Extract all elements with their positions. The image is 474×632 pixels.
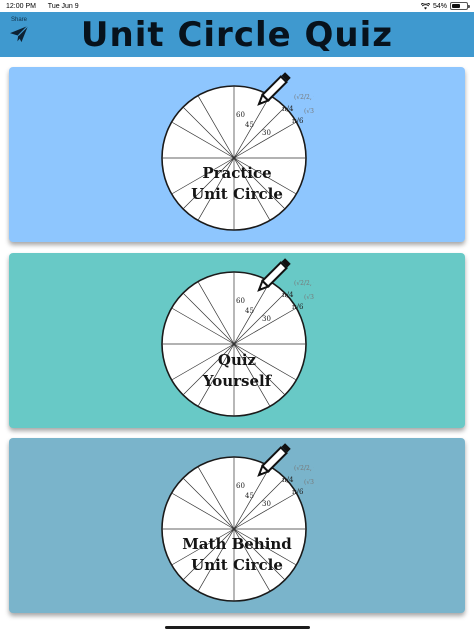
angle-label: 60 <box>236 297 245 305</box>
card-label-line-1: Quiz <box>217 351 257 369</box>
angle-fraction-label: π/6 <box>292 303 304 311</box>
angle-label: 45 <box>245 492 254 500</box>
angle-label: 60 <box>236 111 245 119</box>
card-label-line-2: Yourself <box>202 372 272 390</box>
app-header: Share Unit Circle Quiz <box>0 12 474 57</box>
battery-icon <box>450 2 470 10</box>
coordinate-label: (√2/2, √2/2) <box>294 280 314 287</box>
battery-percent: 54% <box>432 2 447 10</box>
card-label-line-2: Unit Circle <box>191 556 283 574</box>
card-label-line-1: Practice <box>202 164 272 182</box>
battery-fill <box>452 4 460 8</box>
quiz-yourself-card[interactable]: 6045 30 π/4 π/6 (√2/2, √2/2) (√3/2, 1/2) Quiz… <box>9 253 465 428</box>
pencil-body <box>261 446 288 473</box>
paper-plane-icon <box>10 25 29 43</box>
angle-label: 30 <box>262 315 271 323</box>
status-time: 12:00 PM <box>6 2 36 10</box>
angle-label: 30 <box>262 500 271 508</box>
coordinate-label: (√3/2, 1/2) <box>304 294 314 301</box>
coordinate-label: (√3/2, 1/2) <box>304 108 314 115</box>
unit-circle-diagram: 6045 30 π/4 π/6 (√2/2, √2/2) (√3/2, 1/2) <box>161 443 314 602</box>
angle-label: 45 <box>245 121 254 129</box>
status-date: Tue Jun 9 <box>47 2 79 10</box>
angle-fraction-label: π/4 <box>282 476 294 484</box>
angle-label: 30 <box>262 129 271 137</box>
coordinate-label: (√2/2, √2/2) <box>294 465 314 472</box>
card-label: Practice Unit Circle <box>139 163 335 205</box>
share-label: Share <box>10 17 27 23</box>
unit-circle-diagram: 6045 30 π/4 π/6 (√2/2, √2/2) (√3/2, 1/2) <box>161 72 314 231</box>
angle-fraction-label: π/4 <box>282 105 294 113</box>
status-left: 12:00 PM Tue Jun 9 <box>6 3 89 10</box>
status-right: 54% <box>420 2 470 10</box>
math-behind-unit-circle-card[interactable]: 6045 30 π/4 π/6 (√2/2, √2/2) (√3/2, 1/2) Math… <box>9 438 465 613</box>
pencil-body <box>261 261 288 288</box>
card-label-line-2: Unit Circle <box>191 185 283 203</box>
pencil-body <box>261 75 288 102</box>
card-label: Quiz Yourself <box>139 350 335 392</box>
home-indicator <box>165 626 310 629</box>
page-title: Unit Circle Quiz <box>80 14 394 55</box>
card-label-line-1: Math Behind <box>182 535 292 553</box>
card-label: Math Behind Unit Circle <box>139 534 335 576</box>
coordinate-label: (√2/2, √2/2) <box>294 94 314 101</box>
angle-label: 45 <box>245 307 254 315</box>
angle-fraction-label: π/6 <box>292 117 304 125</box>
wifi-icon <box>420 2 430 9</box>
status-bar: 12:00 PM Tue Jun 9 54% <box>0 0 474 12</box>
coordinate-label: (√3/2, 1/2) <box>304 479 314 486</box>
angle-fraction-label: π/4 <box>282 291 294 299</box>
angle-label: 60 <box>236 482 245 490</box>
share-button[interactable]: Share <box>6 16 32 50</box>
practice-unit-circle-card[interactable]: 6045 30 π/4 π/6 (√2/2, √2/2) (√3/2, 1/2) Prac… <box>9 67 465 242</box>
unit-circle-diagram: 6045 30 π/4 π/6 (√2/2, √2/2) (√3/2, 1/2) <box>161 258 314 417</box>
angle-fraction-label: π/6 <box>292 488 304 496</box>
